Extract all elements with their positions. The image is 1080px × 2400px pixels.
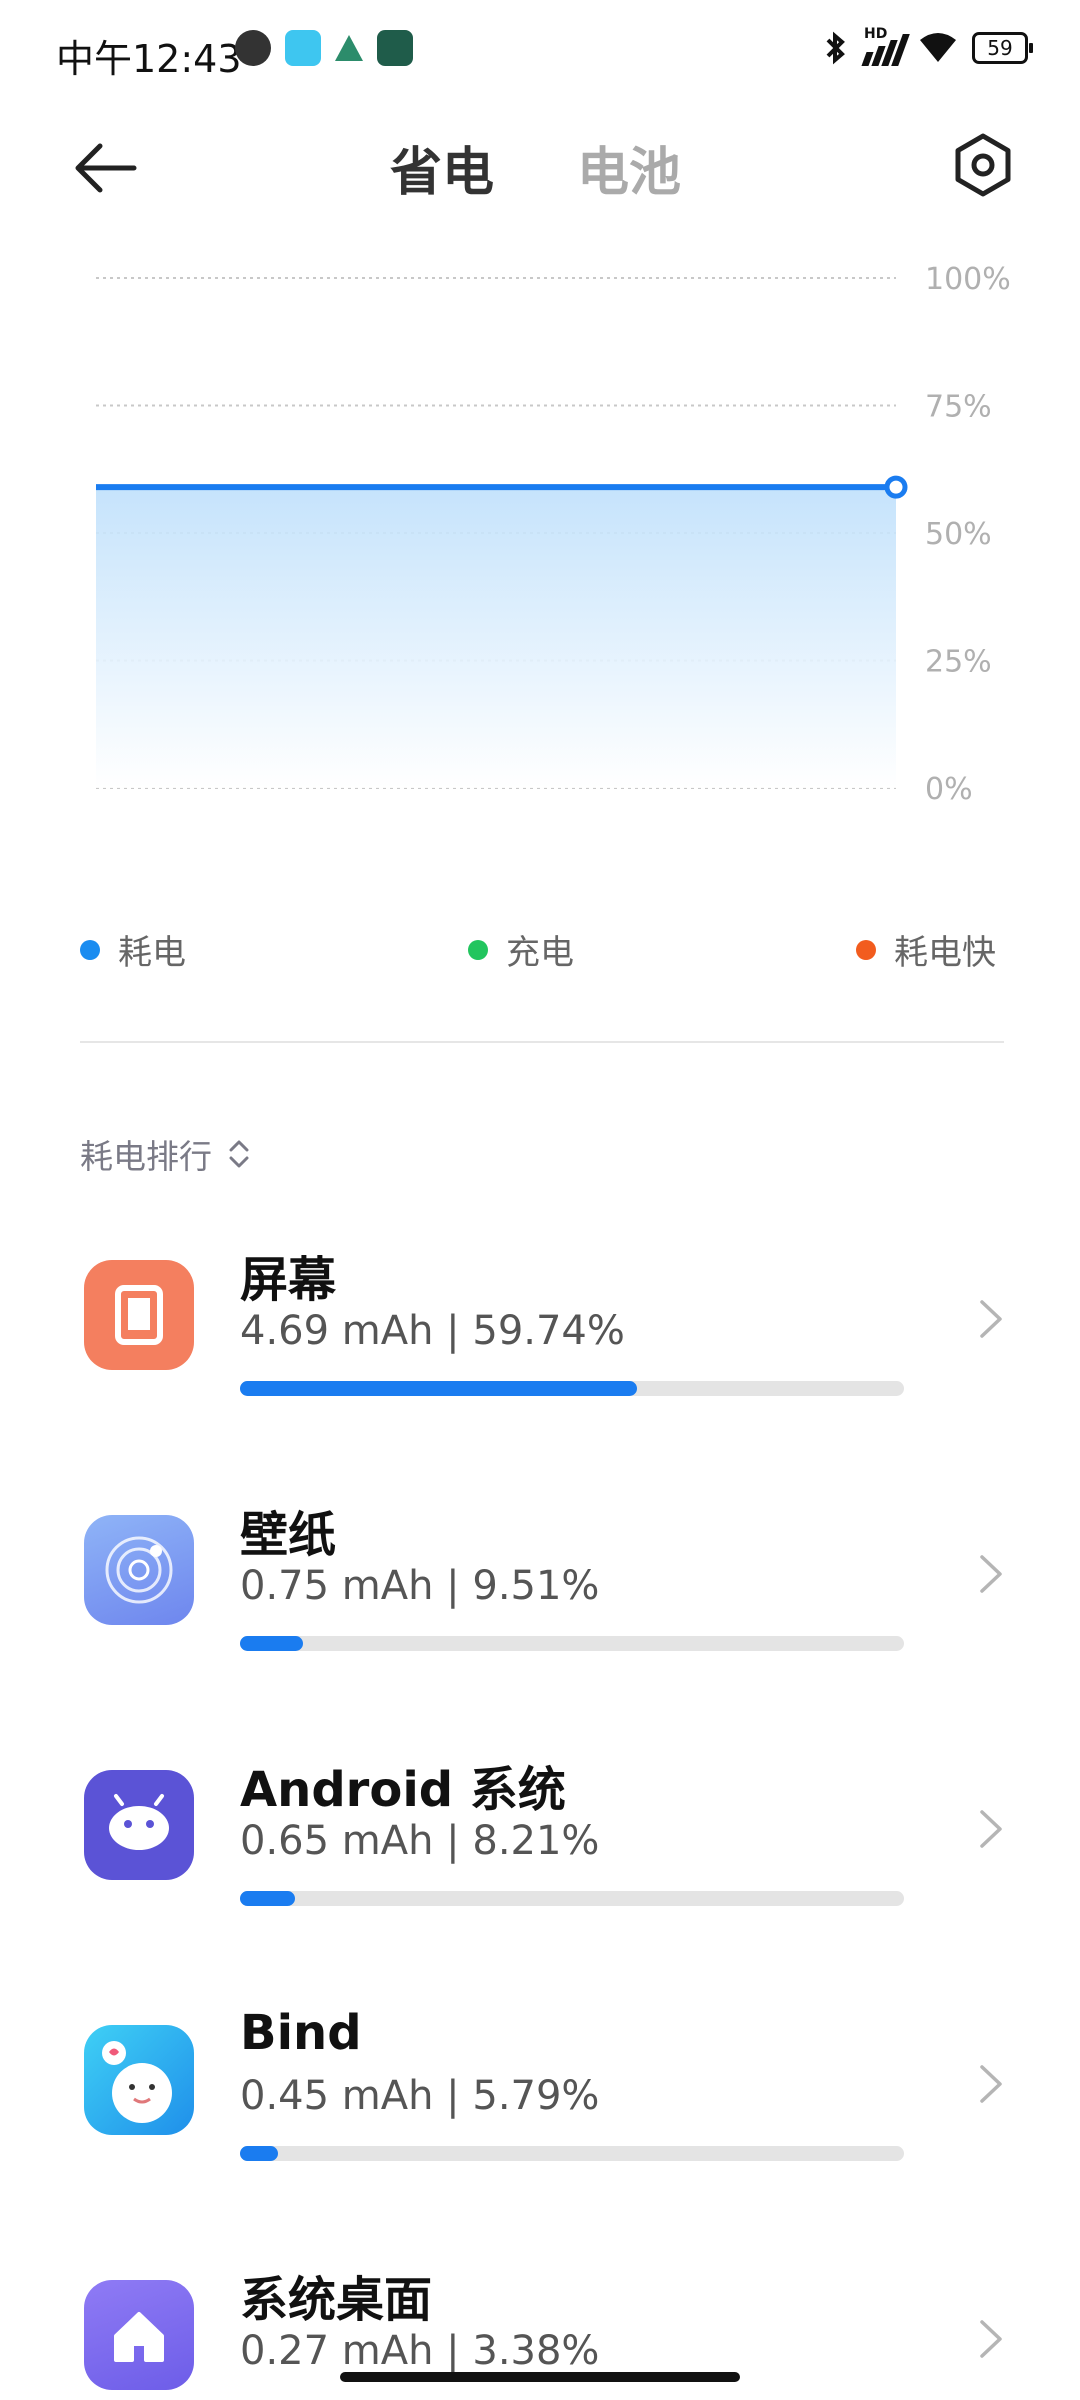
app-name: Android 系统 — [240, 1762, 566, 1818]
app-row-bind[interactable]: Bind 0.45 mAh | 5.79% — [0, 2003, 1080, 2233]
header: 省电 电池 — [0, 110, 1080, 220]
chevron-right-icon — [980, 2320, 1002, 2358]
legend-dot-icon — [80, 939, 100, 960]
legend-item-charging: 充电 — [468, 925, 574, 974]
battery-chart: 100% 75% 50% 25% 0% — [96, 262, 1011, 807]
usage-bar — [240, 1381, 904, 1396]
usage-bar — [240, 1636, 904, 1651]
usage-bar — [240, 1891, 904, 1906]
y-tick-label: 100% — [925, 262, 1011, 297]
avatar-notification-icon — [377, 30, 413, 66]
app-usage: 0.75 mAh | 9.51% — [240, 1563, 600, 1609]
chevron-right-icon — [980, 2065, 1002, 2103]
series-area — [96, 487, 896, 788]
legend-item-fast-drain: 耗电快 — [856, 925, 996, 974]
battery-icon: 59 — [972, 32, 1033, 64]
app-row-wallpaper[interactable]: 壁纸 0.75 mAh | 9.51% — [0, 1493, 1080, 1723]
usage-bar-fill — [240, 1381, 637, 1396]
y-tick-label: 0% — [925, 772, 973, 807]
notification-icons — [235, 30, 413, 66]
divider — [80, 1041, 1004, 1043]
gear-icon[interactable] — [950, 132, 1016, 198]
usage-bar-fill — [240, 2146, 279, 2161]
section-title: 耗电排行 — [80, 1137, 212, 1176]
chevron-right-icon — [980, 1300, 1002, 1338]
legend-dot-icon — [468, 939, 488, 960]
sort-chevrons-icon — [229, 1140, 249, 1168]
back-arrow-icon[interactable] — [70, 138, 140, 198]
battery-level: 59 — [987, 36, 1013, 60]
app-name: 屏幕 — [240, 1252, 337, 1308]
app-row-screen[interactable]: 屏幕 4.69 mAh | 59.74% — [0, 1238, 1080, 1468]
y-tick-label: 75% — [925, 390, 992, 425]
wifi-icon — [920, 33, 956, 62]
status-bar: 中午12:43 HD 59 — [0, 0, 1080, 105]
usage-bar-fill — [240, 1891, 295, 1906]
app-notification-icon — [285, 30, 321, 66]
app-usage: 0.45 mAh | 5.79% — [240, 2073, 600, 2119]
android-icon — [84, 1770, 194, 1880]
legend-label: 耗电 — [118, 933, 186, 973]
app-usage: 0.65 mAh | 8.21% — [240, 1818, 600, 1864]
app-name: Bind — [240, 2005, 362, 2061]
clock-icon — [235, 30, 271, 66]
sort-selector[interactable]: 耗电排行 — [80, 1130, 252, 1178]
home-indicator[interactable] — [340, 2372, 740, 2382]
system-status-icons: HD 59 — [822, 26, 1033, 66]
wallpaper-icon — [84, 1515, 194, 1625]
screen-icon — [84, 1260, 194, 1370]
chevron-right-icon — [980, 1555, 1002, 1593]
bluetooth-icon — [826, 31, 845, 65]
triangle-icon — [335, 35, 363, 61]
legend-label: 耗电快 — [894, 933, 996, 973]
tab-power-saving[interactable]: 省电 — [390, 130, 494, 205]
app-name: 壁纸 — [240, 1507, 337, 1563]
app-usage: 0.27 mAh | 3.38% — [240, 2328, 600, 2374]
legend-item-consumption: 耗电 — [80, 925, 186, 974]
network-type-label: HD — [864, 26, 888, 42]
y-tick-label: 50% — [925, 517, 992, 552]
signal-icon: HD — [861, 26, 910, 66]
app-usage: 4.69 mAh | 59.74% — [240, 1308, 625, 1354]
status-time: 中午12:43 — [56, 37, 242, 81]
usage-bar-fill — [240, 1636, 304, 1651]
series-end-point — [884, 475, 908, 499]
app-row-android-system[interactable]: Android 系统 0.65 mAh | 8.21% — [0, 1748, 1080, 1978]
chart-legend: 耗电 充电 耗电快 — [80, 925, 1010, 975]
tab-battery[interactable]: 电池 — [577, 130, 681, 205]
bind-icon — [84, 2025, 194, 2135]
legend-dot-icon — [856, 939, 876, 960]
chevron-right-icon — [980, 1810, 1002, 1848]
home-icon — [84, 2280, 194, 2390]
usage-bar — [240, 2146, 904, 2161]
app-name: 系统桌面 — [240, 2272, 433, 2328]
y-tick-label: 25% — [925, 645, 992, 680]
legend-label: 充电 — [506, 933, 574, 973]
